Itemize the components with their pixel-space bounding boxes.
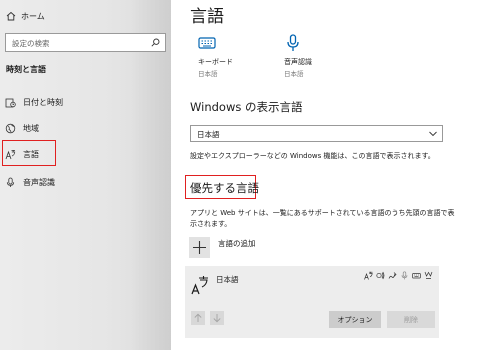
keyboard-link-sub: 日本語 bbox=[198, 70, 218, 78]
home-label: ホーム bbox=[21, 11, 45, 21]
globe-icon bbox=[5, 123, 16, 134]
search-input[interactable]: 設定の検索 bbox=[5, 33, 166, 52]
preferred-description-line2: 示されます。 bbox=[190, 220, 232, 228]
arrow-down-icon bbox=[213, 314, 221, 323]
remove-button[interactable]: 削除 bbox=[387, 311, 435, 328]
keyboard-link-label: キーボード bbox=[198, 58, 233, 66]
preferred-description-line1: アプリと Web サイトは、一覧にあるサポートされている言語のうち先頭の言語で表 bbox=[190, 209, 455, 217]
options-button[interactable]: オプション bbox=[329, 311, 381, 328]
section-title: 時刻と言語 bbox=[6, 65, 46, 74]
display-language-feature-icon bbox=[364, 271, 373, 280]
search-placeholder: 設定の検索 bbox=[12, 39, 50, 48]
keyboard-icon bbox=[198, 34, 216, 52]
keyboard-feature-icon bbox=[412, 271, 421, 280]
page-title: 言語 bbox=[190, 7, 224, 27]
add-language-label[interactable]: 言語の追加 bbox=[218, 238, 256, 249]
basic-typing-feature-icon bbox=[424, 271, 433, 280]
home-icon bbox=[6, 11, 16, 21]
language-feature-icons bbox=[364, 271, 433, 280]
speech-link[interactable]: 音声認識 日本語 bbox=[284, 34, 354, 78]
text-to-speech-feature-icon bbox=[376, 271, 385, 280]
speech-link-label: 音声認識 bbox=[284, 58, 312, 66]
clock-calendar-icon bbox=[5, 97, 16, 108]
sidebar-item-region[interactable]: 地域 bbox=[0, 117, 150, 139]
display-language-heading: Windows の表示言語 bbox=[190, 100, 303, 114]
sidebar: ホーム 設定の検索 時刻と言語 日付と時刻 地域 言語 音声認識 bbox=[0, 0, 171, 350]
language-highlight-box bbox=[2, 140, 56, 166]
main-content: 言語 キーボード 日本語 音声認識 日本語 Windows の表示言語 日本語 … bbox=[171, 0, 482, 350]
language-glyph-icon bbox=[191, 274, 209, 296]
speech-feature-icon bbox=[400, 271, 409, 280]
arrow-up-icon bbox=[194, 313, 202, 322]
sidebar-item-speech[interactable]: 音声認識 bbox=[0, 171, 150, 193]
sidebar-item-date-time[interactable]: 日付と時刻 bbox=[0, 91, 150, 113]
sidebar-item-label: 地域 bbox=[23, 123, 39, 133]
language-name: 日本語 bbox=[216, 275, 239, 284]
chevron-down-icon bbox=[429, 130, 437, 137]
preferred-languages-heading: 優先する言語 bbox=[190, 181, 259, 195]
sidebar-item-label: 日付と時刻 bbox=[23, 97, 63, 107]
display-language-description: 設定やエクスプローラーなどの Windows 機能は、この言語で表示されます。 bbox=[190, 152, 435, 160]
language-list-item[interactable]: 日本語 オプション 削除 bbox=[185, 266, 439, 338]
microphone-icon bbox=[284, 34, 302, 52]
move-up-button[interactable] bbox=[191, 311, 205, 325]
display-language-select[interactable]: 日本語 bbox=[190, 125, 443, 142]
keyboard-link[interactable]: キーボード 日本語 bbox=[198, 34, 268, 78]
add-language-button[interactable] bbox=[189, 237, 210, 258]
sidebar-item-label: 音声認識 bbox=[23, 177, 55, 187]
plus-icon bbox=[193, 241, 206, 254]
handwriting-feature-icon bbox=[388, 271, 397, 280]
search-icon[interactable] bbox=[151, 38, 160, 47]
speech-link-sub: 日本語 bbox=[284, 70, 304, 78]
display-language-value: 日本語 bbox=[197, 130, 220, 139]
microphone-icon bbox=[5, 177, 16, 188]
move-down-button[interactable] bbox=[210, 311, 224, 325]
home-link[interactable]: ホーム bbox=[6, 9, 45, 23]
